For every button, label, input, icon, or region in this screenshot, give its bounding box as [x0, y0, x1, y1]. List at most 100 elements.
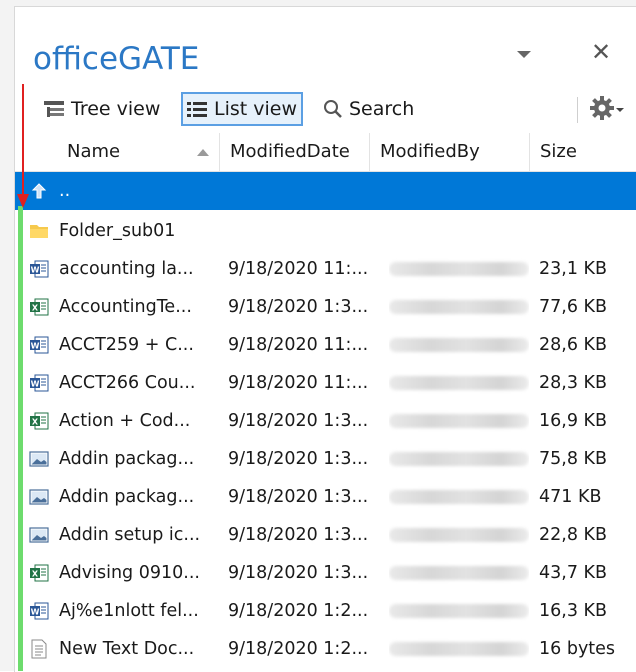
file-size: 75,8 KB [539, 449, 608, 469]
file-name: Addin packag... [59, 487, 195, 507]
file-modified-by-redacted [389, 592, 529, 630]
svg-text:W: W [31, 266, 40, 275]
settings-button[interactable] [589, 95, 631, 126]
file-size: 77,6 KB [539, 297, 608, 317]
file-size: 16,3 KB [539, 601, 608, 621]
file-modified-by-redacted [389, 288, 529, 326]
svg-text:X: X [32, 570, 39, 579]
file-size: 28,6 KB [539, 335, 608, 355]
file-modified-by-redacted [389, 364, 529, 402]
file-row[interactable]: W ACCT266 Cou... 9/18/2020 11:... 28,3 KB [15, 364, 636, 402]
file-name: Addin packag... [59, 449, 195, 469]
file-row[interactable]: X AccountingTe... 9/18/2020 1:3... 77,6 KB [15, 288, 636, 326]
status-indicator-bar [18, 206, 23, 671]
file-list-header: Name ModifiedDate ModifiedBy Size [15, 133, 636, 172]
file-name: ACCT259 + C... [59, 335, 194, 355]
file-row[interactable]: W Aj%e1nlott fel... 9/18/2020 1:2... 16,3 K… [15, 592, 636, 630]
file-name: .. [59, 181, 71, 201]
folder-icon [29, 221, 49, 241]
officegate-pane: officeGATE ✕ Tree view List view Search … [14, 6, 636, 672]
column-header-size[interactable]: Size [529, 133, 636, 171]
file-name: Aj%e1nlott fel... [59, 601, 199, 621]
redacted-blur [389, 414, 529, 428]
column-header-name[interactable]: Name [57, 133, 219, 171]
toolbar-divider [577, 97, 578, 123]
file-row[interactable]: X Action + Cod... 9/18/2020 1:3... 16,9 KB [15, 402, 636, 440]
file-name: Advising 0910... [59, 563, 200, 583]
svg-text:W: W [31, 608, 40, 617]
file-size: 28,3 KB [539, 373, 608, 393]
excel-document-icon: X [29, 411, 49, 431]
search-button[interactable]: Search [319, 92, 418, 126]
column-header-modified-date[interactable]: ModifiedDate [219, 133, 369, 171]
redacted-blur [389, 604, 529, 618]
file-name: Action + Cod... [59, 411, 191, 431]
file-name: accounting la... [59, 259, 194, 279]
file-modified-by-redacted [389, 478, 529, 516]
word-document-icon: W [29, 601, 49, 621]
svg-text:X: X [32, 304, 39, 313]
excel-document-icon: X [29, 297, 49, 317]
parent-folder-row[interactable]: .. [15, 172, 636, 210]
file-modified-date: 9/18/2020 11:... [228, 373, 369, 393]
red-arrow-annotation [16, 84, 30, 210]
file-name: Folder_sub01 [59, 221, 176, 241]
search-icon [323, 99, 343, 119]
file-size: 23,1 KB [539, 259, 608, 279]
file-modified-date: 9/18/2020 1:3... [228, 297, 369, 317]
file-modified-date: 9/18/2020 1:3... [228, 449, 369, 469]
column-header-name-label: Name [67, 141, 121, 162]
search-label: Search [349, 98, 415, 120]
file-row[interactable]: Folder_sub01 [15, 212, 636, 250]
gear-icon [589, 95, 615, 126]
excel-document-icon: X [29, 563, 49, 583]
redacted-blur [389, 566, 529, 580]
word-document-icon: W [29, 259, 49, 279]
file-modified-by-redacted [389, 554, 529, 592]
file-row[interactable]: Addin packag... 9/18/2020 1:3... 75,8 KB [15, 440, 636, 478]
file-row[interactable]: W ACCT259 + C... 9/18/2020 11:... 28,6 KB [15, 326, 636, 364]
redacted-blur [389, 642, 529, 656]
svg-text:W: W [31, 380, 40, 389]
list-view-label: List view [214, 98, 298, 120]
file-name: Addin setup ic... [59, 525, 201, 545]
file-row[interactable]: New Text Doc... 9/18/2020 1:2... 16 bytes [15, 630, 636, 668]
word-document-icon: W [29, 335, 49, 355]
pane-title: officeGATE [33, 41, 200, 77]
app-frame: officeGATE ✕ Tree view List view Search … [0, 0, 636, 672]
tree-view-button[interactable]: Tree view [39, 92, 164, 126]
column-header-size-label: Size [540, 141, 577, 162]
word-document-icon: W [29, 373, 49, 393]
pane-titlebar: officeGATE ✕ [15, 7, 636, 85]
file-modified-date: 9/18/2020 1:3... [228, 525, 369, 545]
text-file-icon [29, 639, 49, 659]
file-size: 43,7 KB [539, 563, 608, 583]
file-row[interactable]: Addin setup ic... 9/18/2020 1:3... 22,8 KB [15, 516, 636, 554]
image-file-icon [29, 525, 49, 545]
file-modified-date: 9/18/2020 1:2... [228, 639, 369, 659]
tree-view-label: Tree view [71, 98, 161, 120]
svg-text:W: W [31, 342, 40, 351]
redacted-blur [389, 338, 529, 352]
file-modified-date: 9/18/2020 1:3... [228, 563, 369, 583]
column-header-modified-by[interactable]: ModifiedBy [369, 133, 529, 171]
up-arrow-icon [29, 181, 49, 201]
file-row[interactable]: X Advising 0910... 9/18/2020 1:3... 43,7 KB [15, 554, 636, 592]
sort-ascending-icon [197, 149, 209, 156]
list-view-button[interactable]: List view [181, 92, 304, 126]
file-name: ACCT266 Cou... [59, 373, 196, 393]
column-header-modified-by-label: ModifiedBy [380, 141, 480, 162]
file-modified-by-redacted [389, 326, 529, 364]
chevron-down-icon[interactable] [515, 47, 533, 59]
pane-toolbar: Tree view List view Search [15, 87, 636, 131]
file-row[interactable]: Waccounting la... 9/18/2020 11:... 23,1 KB [15, 250, 636, 288]
file-row[interactable]: Addin packag... 9/18/2020 1:3... 471 KB [15, 478, 636, 516]
file-size: 16,9 KB [539, 411, 608, 431]
file-modified-date: 9/18/2020 1:3... [228, 411, 369, 431]
file-modified-date: 9/18/2020 1:2... [228, 601, 369, 621]
file-modified-by-redacted [389, 250, 529, 288]
redacted-blur [389, 452, 529, 466]
file-modified-by-redacted [389, 402, 529, 440]
close-icon[interactable]: ✕ [591, 41, 611, 65]
file-name: New Text Doc... [59, 639, 195, 659]
